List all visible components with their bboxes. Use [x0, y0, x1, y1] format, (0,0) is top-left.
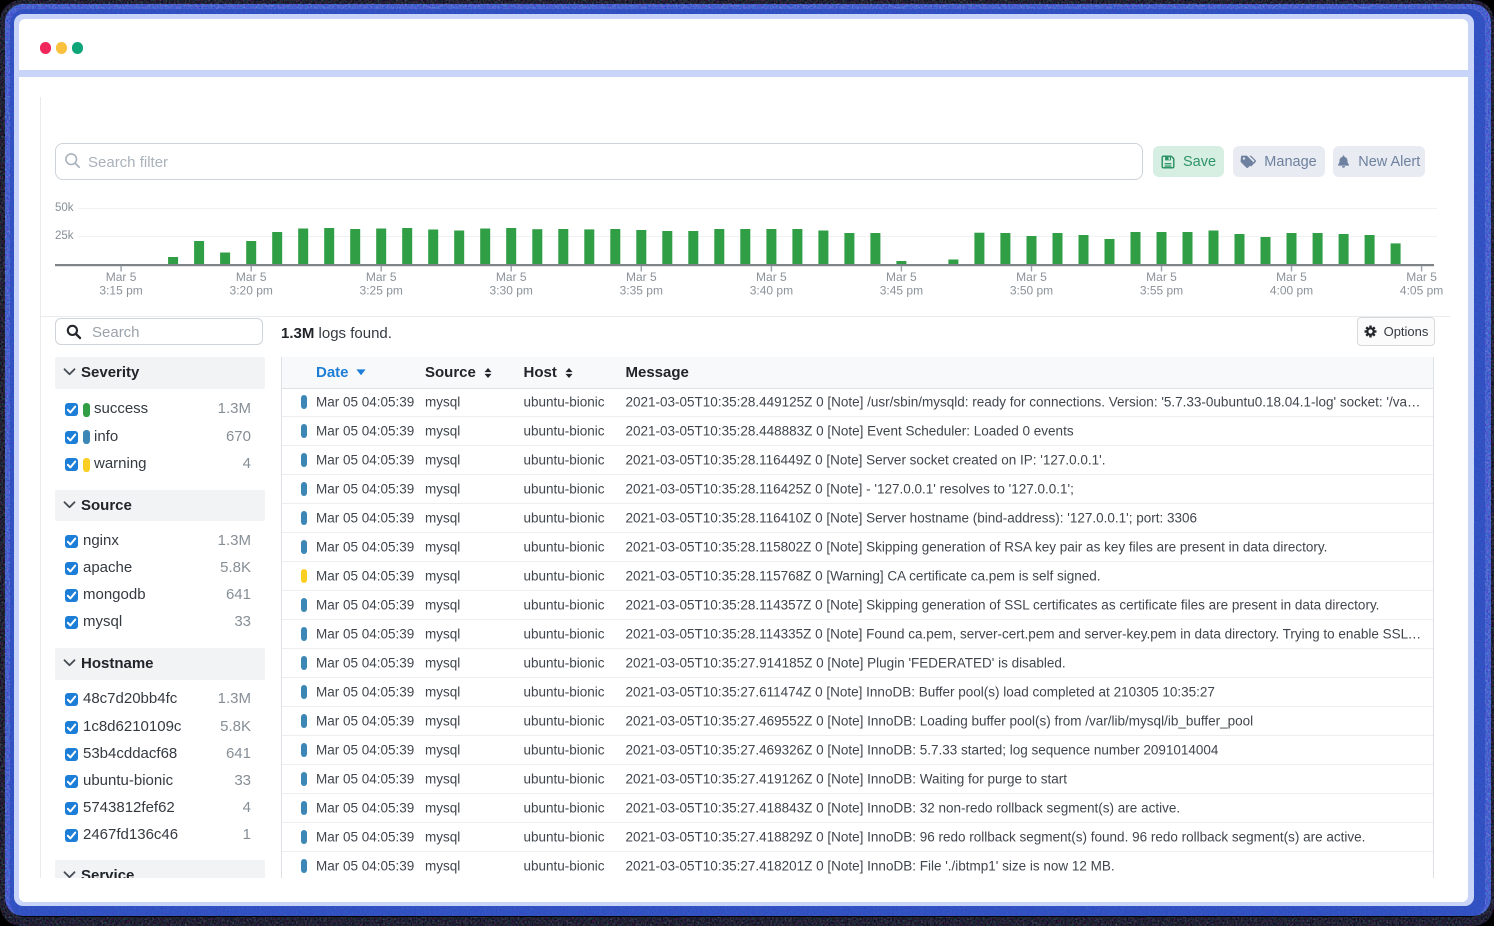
svg-text:3:45 pm: 3:45 pm	[880, 284, 923, 298]
svg-text:50k: 50k	[55, 202, 74, 214]
svg-text:3:30 pm: 3:30 pm	[490, 284, 533, 298]
svg-text:Mar 5: Mar 5	[106, 270, 137, 284]
svg-text:Mar 5: Mar 5	[496, 270, 527, 284]
svg-text:3:40 pm: 3:40 pm	[750, 284, 793, 298]
svg-text:Mar 5: Mar 5	[236, 270, 267, 284]
svg-text:3:20 pm: 3:20 pm	[230, 284, 273, 298]
svg-text:4:00 pm: 4:00 pm	[1270, 284, 1313, 298]
svg-text:Mar 5: Mar 5	[756, 270, 787, 284]
svg-text:3:35 pm: 3:35 pm	[620, 284, 663, 298]
svg-text:Mar 5: Mar 5	[1016, 270, 1047, 284]
svg-text:3:55 pm: 3:55 pm	[1140, 284, 1183, 298]
svg-text:3:25 pm: 3:25 pm	[360, 284, 403, 298]
svg-text:3:15 pm: 3:15 pm	[99, 284, 142, 298]
svg-text:Mar 5: Mar 5	[1146, 270, 1177, 284]
svg-text:Mar 5: Mar 5	[1406, 270, 1437, 284]
svg-text:Mar 5: Mar 5	[366, 270, 397, 284]
svg-text:4:05 pm: 4:05 pm	[1400, 284, 1443, 298]
svg-text:Mar 5: Mar 5	[1276, 270, 1307, 284]
svg-text:3:50 pm: 3:50 pm	[1010, 284, 1053, 298]
svg-text:Mar 5: Mar 5	[626, 270, 657, 284]
svg-text:Mar 5: Mar 5	[886, 270, 917, 284]
svg-text:25k: 25k	[55, 230, 74, 242]
